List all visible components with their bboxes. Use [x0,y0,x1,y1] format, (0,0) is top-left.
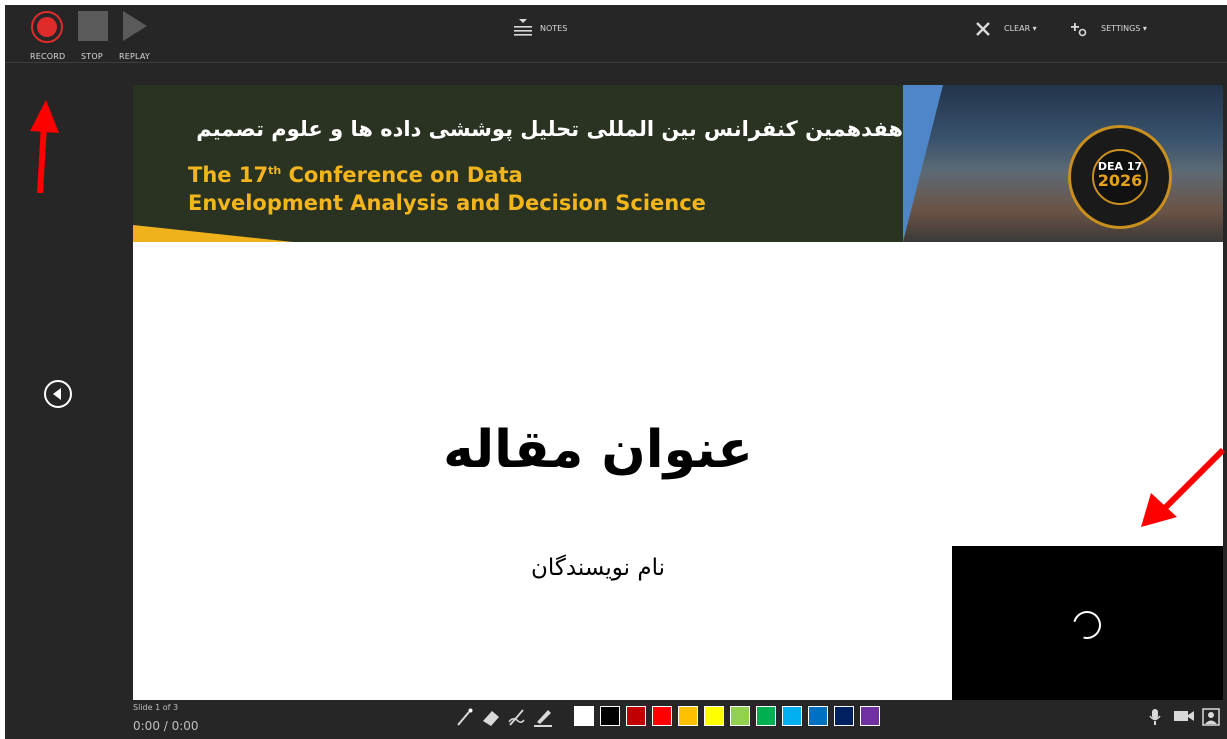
camera-icon[interactable] [1173,708,1195,724]
stop-icon [78,11,108,41]
camera-preview-icon[interactable] [1202,708,1220,726]
highlighter-icon[interactable] [532,706,554,728]
pen-color-swatch[interactable] [600,706,620,726]
pen-color-swatch[interactable] [626,706,646,726]
record-label: RECORD [30,52,66,61]
pen-color-swatch[interactable] [860,706,880,726]
settings-icon [1071,23,1087,37]
pen-color-swatch[interactable] [704,706,724,726]
settings-label: SETTINGS ▾ [1101,24,1147,33]
replay-button[interactable]: REPLAY [115,5,155,62]
banner-yellow-stripe [133,225,293,242]
replay-label: REPLAY [119,52,151,61]
loading-spinner-icon [1067,605,1107,645]
record-icon [31,11,63,43]
slide-subtitle: نام نویسندگان [530,555,666,581]
microphone-icon[interactable] [1148,708,1162,726]
annotation-arrow-up-icon [30,100,59,194]
laser-pointer-icon[interactable] [454,706,476,728]
pen-color-swatch[interactable] [730,706,750,726]
pen-icon[interactable] [506,706,528,728]
pen-color-swatch[interactable] [834,706,854,726]
pen-color-swatch[interactable] [678,706,698,726]
pen-color-swatch[interactable] [808,706,828,726]
conference-seal-logo: DEA 17 2026 [1068,125,1172,229]
pen-color-swatch[interactable] [652,706,672,726]
annotation-arrow-down-left-icon [1141,447,1226,527]
slide-counter: Slide 1 of 3 [133,703,179,712]
banner-title-persian: هفدهمین کنفرانس بین المللی تحلیل پوششی د… [196,117,903,141]
stop-label: STOP [81,52,103,61]
recording-window: RECORD STOP REPLAY NOTES CLEAR ▾ SETTING… [5,5,1227,739]
clear-button[interactable]: CLEAR ▾ [971,15,1051,45]
replay-icon [123,11,147,41]
pen-color-swatch[interactable] [782,706,802,726]
notes-icon [514,19,532,36]
recording-time: 0:00 / 0:00 [133,719,199,733]
notes-label: NOTES [540,24,568,33]
camera-preview[interactable] [952,546,1223,700]
record-button[interactable]: RECORD [5,5,67,62]
clear-label: CLEAR ▾ [1004,24,1037,33]
conference-banner: هفدهمین کنفرانس بین المللی تحلیل پوششی د… [133,85,1223,242]
banner-title-english-line1: The 17th Conference on Data [188,163,523,187]
banner-title-english-line2: Envelopment Analysis and Decision Scienc… [188,191,706,215]
pen-color-swatch[interactable] [756,706,776,726]
settings-button[interactable]: SETTINGS ▾ [1067,15,1167,45]
previous-slide-button[interactable] [44,380,72,408]
slide-title: عنوان مقاله [443,420,753,480]
pen-color-swatch[interactable] [574,706,594,726]
stop-button[interactable]: STOP [69,5,113,62]
banner-blue-stripe [903,85,943,242]
close-icon [976,22,990,36]
banner-photo [903,85,1223,242]
slide-canvas: هفدهمین کنفرانس بین المللی تحلیل پوششی د… [133,85,1223,700]
notes-button[interactable]: NOTES [510,15,590,45]
eraser-icon[interactable] [480,706,502,728]
toolbar-divider [5,62,1227,63]
